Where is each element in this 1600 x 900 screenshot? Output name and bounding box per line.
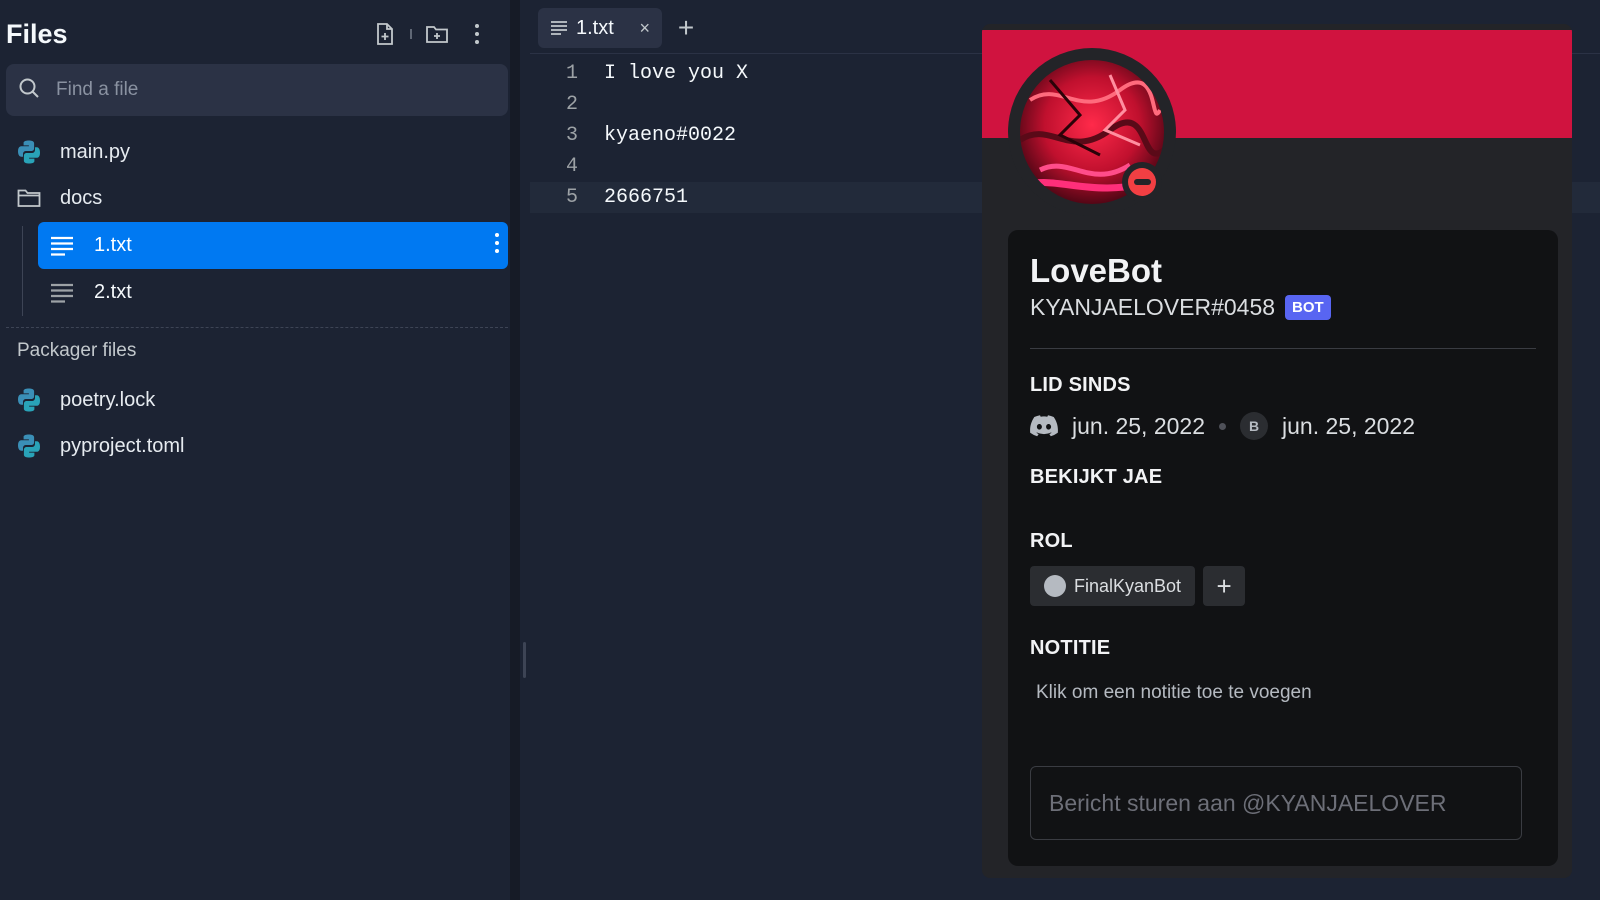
- sidebar-actions: [370, 19, 492, 49]
- section-divider: [6, 327, 508, 328]
- card-divider: [1030, 348, 1536, 349]
- search-icon: [18, 77, 40, 104]
- python-icon: [14, 385, 44, 415]
- text-file-icon: [50, 232, 78, 260]
- note-heading: NOTITIE: [1030, 637, 1111, 659]
- file-sidebar: Files main.py docs: [0, 0, 520, 900]
- line-number: 1: [565, 62, 578, 85]
- add-role-button[interactable]: +: [1203, 566, 1246, 606]
- tree-item-label: main.py: [60, 140, 131, 163]
- profile-username-tag: KYANJAELOVER#0458: [1030, 294, 1276, 320]
- line-number: 4: [565, 155, 578, 178]
- file-row-2-txt[interactable]: 2.txt: [38, 269, 508, 316]
- member-since-row: jun. 25, 2022 B jun. 25, 2022: [1030, 412, 1415, 440]
- do-not-disturb-status-icon: [1122, 162, 1162, 202]
- tree-indent-guide: [22, 226, 23, 316]
- file-row-1-txt[interactable]: 1.txt: [38, 222, 508, 269]
- search-input[interactable]: [56, 79, 476, 101]
- tree-item-poetry-lock[interactable]: poetry.lock: [14, 378, 155, 422]
- tree-item-docs[interactable]: docs: [14, 176, 102, 220]
- role-list: FinalKyanBot +: [1030, 566, 1246, 606]
- line-text: 2666751: [604, 186, 689, 209]
- discord-join-date: jun. 25, 2022: [1072, 412, 1206, 439]
- text-file-icon: [550, 20, 568, 36]
- profile-display-name: LoveBot: [1030, 252, 1162, 289]
- action-separator: [410, 29, 412, 39]
- pane-resize-handle[interactable]: [523, 642, 526, 678]
- tree-item-label: poetry.lock: [60, 388, 156, 411]
- role-heading: ROL: [1030, 530, 1073, 552]
- line-text: kyaeno#0022: [604, 124, 737, 147]
- python-icon: [14, 137, 44, 167]
- message-input[interactable]: [1049, 789, 1509, 817]
- file-row-label: 1.txt: [94, 234, 132, 256]
- line-number: 5: [565, 186, 578, 209]
- packager-files-label: Packager files: [17, 340, 137, 361]
- note-field[interactable]: Klik om een notitie toe te voegen: [1036, 682, 1312, 704]
- role-name: FinalKyanBot: [1074, 575, 1182, 596]
- tree-item-label: pyproject.toml: [60, 434, 185, 457]
- close-tab-icon[interactable]: ×: [639, 18, 650, 39]
- file-search[interactable]: [6, 64, 508, 116]
- role-color-dot: [1044, 575, 1066, 597]
- new-file-icon[interactable]: [370, 19, 400, 49]
- member-since-heading: LID SINDS: [1030, 374, 1131, 396]
- tree-item-main-py[interactable]: main.py: [14, 130, 130, 174]
- sidebar-title: Files: [6, 18, 68, 49]
- role-pill[interactable]: FinalKyanBot: [1030, 566, 1196, 606]
- server-join-date: jun. 25, 2022: [1282, 412, 1416, 439]
- message-box[interactable]: [1030, 766, 1522, 840]
- sidebar-header: Files: [6, 14, 492, 54]
- line-number: 3: [565, 124, 578, 147]
- line-number: 2: [565, 93, 578, 116]
- tab-1-txt[interactable]: 1.txt ×: [538, 8, 662, 48]
- tree-item-label: docs: [60, 186, 103, 209]
- date-separator: [1219, 422, 1227, 430]
- tree-item-pyproject-toml[interactable]: pyproject.toml: [14, 424, 185, 468]
- avatar-frame: [1008, 48, 1176, 216]
- watching-heading: BEKIJKT JAE: [1030, 466, 1163, 488]
- file-row-label: 2.txt: [94, 281, 132, 303]
- profile-tag-row: KYANJAELOVER#0458 BOT: [1030, 294, 1331, 321]
- profile-card: LoveBot KYANJAELOVER#0458 BOT LID SINDS …: [1008, 230, 1558, 866]
- new-folder-icon[interactable]: [422, 19, 452, 49]
- user-profile-popout: LoveBot KYANJAELOVER#0458 BOT LID SINDS …: [982, 24, 1572, 878]
- more-options-icon[interactable]: [462, 19, 492, 49]
- file-options-icon[interactable]: [494, 232, 500, 260]
- folder-icon: [14, 183, 44, 213]
- bot-badge: BOT: [1285, 295, 1331, 320]
- add-tab-button[interactable]: +: [670, 12, 702, 44]
- python-icon: [14, 431, 44, 461]
- discord-logo-icon: [1030, 415, 1058, 437]
- tab-label: 1.txt: [576, 16, 614, 39]
- server-icon: B: [1240, 412, 1269, 440]
- line-text: I love you X: [604, 62, 749, 85]
- text-file-icon: [50, 279, 78, 307]
